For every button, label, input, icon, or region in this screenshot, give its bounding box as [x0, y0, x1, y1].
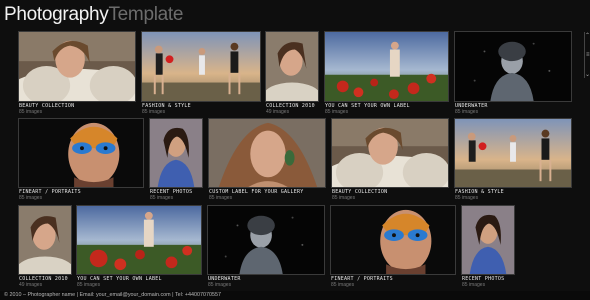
menu-icon[interactable]: ≡ [586, 52, 590, 58]
gallery-thumbnail[interactable] [208, 118, 326, 188]
chevron-down-icon[interactable]: ⌄ [585, 71, 590, 78]
gallery-count: 85 images [462, 282, 486, 288]
gallery-tile[interactable]: FASHION & STYLE 85 images [454, 118, 572, 202]
chevron-up-icon[interactable]: ⌃ [585, 32, 590, 39]
gallery-count: 49 images [266, 109, 290, 115]
gallery-count: 49 images [19, 282, 43, 288]
gallery-tile[interactable]: COLLECTION 2010 49 images [18, 205, 72, 289]
gallery-thumbnail[interactable] [76, 205, 202, 275]
gallery-thumbnail[interactable] [461, 205, 515, 275]
footer-contact-text: © 2010 – Photographer name | Email: your… [4, 292, 221, 298]
gallery-thumbnail[interactable] [18, 205, 72, 275]
gallery-thumbnail[interactable] [207, 205, 325, 275]
gallery-tile[interactable]: RECENT PHOTOS 85 images [461, 205, 515, 289]
gallery-tile[interactable]: FASHION & STYLE 85 images [141, 31, 261, 115]
gallery-count: 85 images [455, 195, 479, 201]
gallery-count: 85 images [142, 109, 166, 115]
gallery-count: 85 images [455, 109, 479, 115]
scroll-control[interactable]: ⌃ ≡ ⌄ [584, 32, 590, 78]
gallery-count: 85 images [331, 282, 355, 288]
gallery-thumbnail[interactable] [331, 118, 449, 188]
gallery-tile[interactable]: CUSTOM LABEL FOR YOUR GALLERY 85 images [208, 118, 326, 202]
gallery-count: 85 images [208, 282, 232, 288]
gallery-tile[interactable]: YOU CAN SET YOUR OWN LABEL 85 images [324, 31, 449, 115]
gallery-grid: BEAUTY COLLECTION 85 images FASHION & ST… [0, 0, 590, 300]
footer-bar: © 2010 – Photographer name | Email: your… [0, 291, 590, 300]
gallery-tile[interactable]: UNDERWATER 85 images [454, 31, 572, 115]
gallery-count: 85 images [19, 109, 43, 115]
gallery-thumbnail[interactable] [149, 118, 203, 188]
gallery-tile[interactable]: FINEART / PORTRAITS 85 images [330, 205, 456, 289]
gallery-count: 85 images [150, 195, 174, 201]
gallery-thumbnail[interactable] [454, 118, 572, 188]
gallery-thumbnail[interactable] [324, 31, 449, 102]
gallery-tile[interactable]: BEAUTY COLLECTION 85 images [18, 31, 136, 115]
gallery-tile[interactable]: YOU CAN SET YOUR OWN LABEL 85 images [76, 205, 202, 289]
gallery-count: 85 images [77, 282, 101, 288]
gallery-thumbnail[interactable] [265, 31, 319, 102]
gallery-count: 85 images [332, 195, 356, 201]
gallery-count: 85 images [209, 195, 233, 201]
gallery-thumbnail[interactable] [18, 118, 144, 188]
gallery-tile[interactable]: UNDERWATER 85 images [207, 205, 325, 289]
gallery-thumbnail[interactable] [330, 205, 456, 275]
gallery-count: 85 images [325, 109, 349, 115]
gallery-count: 85 images [19, 195, 43, 201]
gallery-thumbnail[interactable] [141, 31, 261, 102]
gallery-tile[interactable]: FINEART / PORTRAITS 85 images [18, 118, 144, 202]
gallery-tile[interactable]: COLLECTION 2010 49 images [265, 31, 319, 115]
gallery-tile[interactable]: BEAUTY COLLECTION 85 images [331, 118, 449, 202]
gallery-tile[interactable]: RECENT PHOTOS 85 images [149, 118, 203, 202]
gallery-thumbnail[interactable] [454, 31, 572, 102]
gallery-thumbnail[interactable] [18, 31, 136, 102]
